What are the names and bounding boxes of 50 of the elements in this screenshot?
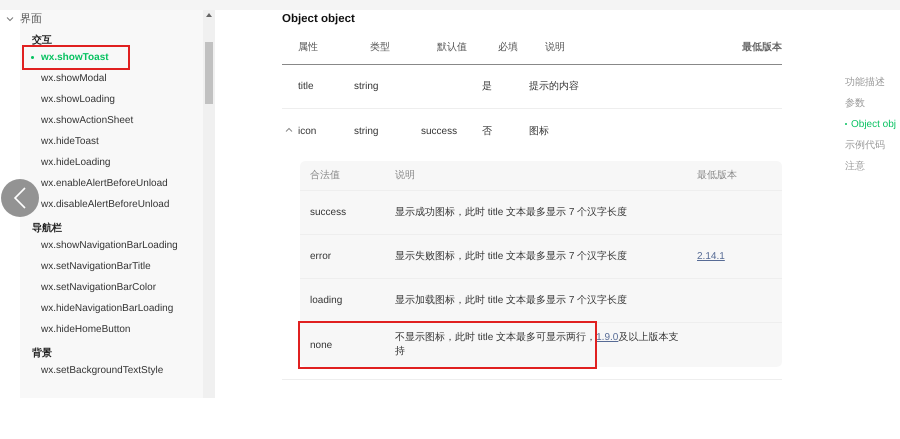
table-cell-text: 不显示图标，此时 title 文本最多可显示两行，1.9.0及以上版本支持 <box>394 331 680 359</box>
table-cell-text: success <box>421 124 458 138</box>
table-cell-text: 图标 <box>529 124 550 138</box>
expand-icon[interactable] <box>285 127 293 133</box>
table-cell-text: icon <box>298 124 318 138</box>
sidebar-item[interactable]: wx.showActionSheet <box>41 110 134 131</box>
column-header: 属性 <box>297 40 319 55</box>
sidebar-item[interactable]: wx.hideNavigationBarLoading <box>41 298 174 319</box>
table-cell-text: error <box>309 250 332 264</box>
column-header: 说明 <box>544 41 566 55</box>
table-cell-text: 显示加载图标，此时 title 文本最多显示 7 个汉字长度 <box>394 294 628 308</box>
column-header: 最低版本 <box>696 168 738 183</box>
sidebar-item[interactable]: wx.hideToast <box>41 131 99 152</box>
column-header: 默认值 <box>436 41 468 55</box>
column-header: 合法值 <box>309 168 341 183</box>
sidebar-item[interactable]: wx.showLoading <box>41 89 115 110</box>
version-link[interactable]: 2.14.1 <box>697 251 725 262</box>
sidebar-item[interactable]: wx.hideHomeButton <box>41 319 130 340</box>
section-title[interactable]: 界面 <box>20 10 42 28</box>
group-heading: 导航栏 <box>31 221 63 235</box>
table-cell-text: title <box>298 80 315 94</box>
sidebar-item[interactable]: wx.setNavigationBarTitle <box>41 256 151 277</box>
column-header: 最低版本 <box>741 40 782 55</box>
sidebar-item[interactable]: wx.showModal <box>41 68 107 89</box>
version-link[interactable]: 1.9.0 <box>596 332 618 343</box>
table-cell-text: success <box>309 206 348 220</box>
sidebar-item[interactable]: wx.setNavigationBarColor <box>41 277 156 298</box>
column-header: 类型 <box>369 40 391 55</box>
chevron-icon[interactable] <box>6 16 14 22</box>
table-cell-text: 是 <box>482 80 493 94</box>
group-heading: 交互 <box>31 33 53 47</box>
table-cell-text: 提示的内容 <box>529 80 580 94</box>
sidebar-item[interactable]: wx.hideLoading <box>41 152 110 173</box>
table-cell-text: 否 <box>482 124 493 138</box>
table-cell-text: string <box>354 124 380 138</box>
sidebar-item[interactable]: wx.enableAlertBeforeUnload <box>41 173 168 194</box>
sidebar-item[interactable]: wx.setBackgroundTextStyle <box>41 360 164 381</box>
table-cell-text: none <box>309 338 334 352</box>
table-cell-text: loading <box>309 294 344 308</box>
back-icon <box>13 187 27 209</box>
scrollbar[interactable] <box>203 10 215 398</box>
sidebar-item[interactable]: wx.disableAlertBeforeUnload <box>41 194 170 215</box>
table-cell-text: string <box>354 80 380 94</box>
group-heading: 背景 <box>31 346 53 360</box>
table-cell-text: 显示成功图标，此时 title 文本最多显示 7 个汉字长度 <box>394 206 628 220</box>
section-title: Object object <box>282 12 356 27</box>
column-header: 说明 <box>394 169 416 183</box>
column-header: 必填 <box>497 40 519 55</box>
sidebar-item[interactable]: wx.showNavigationBarLoading <box>41 235 178 256</box>
table-cell-text: 显示失败图标，此时 title 文本最多显示 7 个汉字长度 <box>394 250 628 264</box>
